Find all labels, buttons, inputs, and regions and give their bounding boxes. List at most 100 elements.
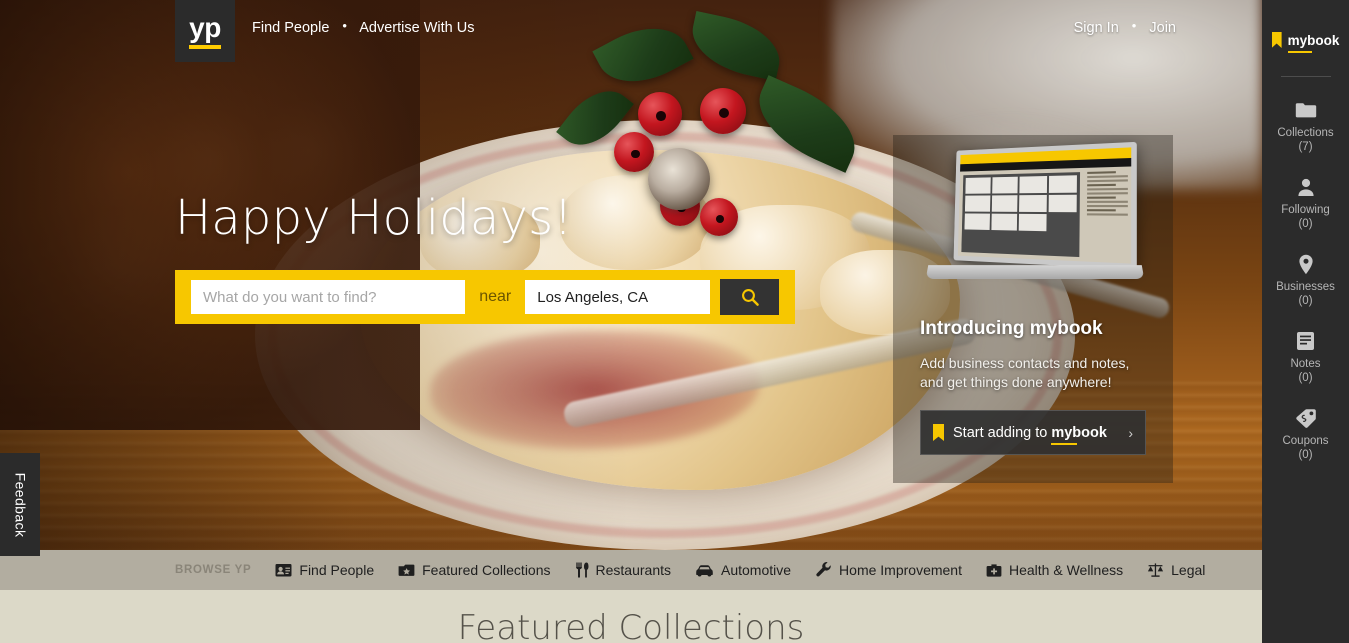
mybook-label-wrap: mybook <box>1287 32 1340 53</box>
browse-item-label: Home Improvement <box>839 562 962 578</box>
brand-underline <box>1051 442 1078 445</box>
feedback-label: Feedback <box>12 472 28 537</box>
mock-card <box>965 177 991 194</box>
mock-text-line <box>1087 179 1128 183</box>
tag-icon <box>1262 407 1349 429</box>
wrench-icon <box>815 562 832 578</box>
mock-text-line <box>1087 196 1116 199</box>
browse-item-label: Legal <box>1171 562 1206 578</box>
join-link[interactable]: Join <box>1149 20 1176 36</box>
search-submit-button[interactable] <box>720 279 779 315</box>
browse-item-home-improvement[interactable]: Home Improvement <box>815 562 962 578</box>
account-separator: • <box>1131 18 1137 33</box>
car-icon <box>695 564 714 577</box>
mybook-promo-panel: Introducing mybook Add business contacts… <box>893 135 1173 483</box>
sidebar-item-count: (7) <box>1298 141 1313 153</box>
promo-button-brand: mybook <box>1051 425 1107 445</box>
sidebar-item-label: Coupons <box>1282 435 1329 447</box>
browse-label: BROWSE YP <box>175 564 252 576</box>
sidebar-item-count: (0) <box>1298 449 1313 461</box>
promo-title: Introducing mybook <box>920 318 1103 339</box>
feedback-tab[interactable]: Feedback <box>0 453 40 556</box>
person-icon <box>1262 176 1349 198</box>
mock-card <box>1048 194 1077 213</box>
sidebar-item-count: (0) <box>1298 372 1313 384</box>
mock-text-line <box>1086 205 1128 208</box>
bookmark-icon <box>933 424 944 441</box>
browse-item-featured-collections[interactable]: Featured Collections <box>398 562 551 578</box>
near-label: near <box>479 288 512 305</box>
browse-yp-bar: BROWSE YP Find People Featured Collectio… <box>0 550 1262 590</box>
brand-underline <box>1287 50 1312 53</box>
laptop-illustration <box>907 140 1163 310</box>
browse-item-label: Find People <box>299 562 375 578</box>
note-icon <box>1262 330 1349 352</box>
person-card-icon <box>275 563 292 578</box>
browse-item-automotive[interactable]: Automotive <box>695 562 791 578</box>
hero-headline: Happy Holidays! <box>175 190 573 246</box>
start-adding-to-mybook-button[interactable]: Start adding to mybook › <box>920 410 1146 455</box>
mock-text-line <box>1086 209 1116 212</box>
laptop-screen-content <box>957 147 1132 264</box>
map-pin-icon <box>1262 253 1349 275</box>
mock-card <box>964 213 990 230</box>
search-icon <box>741 289 759 306</box>
nav-find-people[interactable]: Find People <box>252 20 329 36</box>
mock-grid <box>964 175 1077 232</box>
mock-card <box>991 195 1018 212</box>
location-input[interactable] <box>525 280 711 314</box>
browse-item-label: Health & Wellness <box>1008 562 1124 578</box>
mock-collections-grid <box>961 172 1081 258</box>
sidebar-item-collections[interactable]: Collections (7) <box>1262 99 1349 154</box>
mock-card <box>990 213 1018 231</box>
account-nav: Sign In • Join <box>1074 18 1176 36</box>
search-bar: near <box>175 270 795 324</box>
sidebar-item-label: Collections <box>1277 127 1334 139</box>
medical-bag-icon <box>986 563 1002 578</box>
featured-collections-title: Featured Collections <box>457 608 805 643</box>
browse-item-find-people[interactable]: Find People <box>275 562 374 578</box>
sign-in-link[interactable]: Sign In <box>1074 20 1119 36</box>
sidebar-item-following[interactable]: Following (0) <box>1262 176 1349 231</box>
mybook-label: mybook <box>1287 32 1340 48</box>
sidebar-item-label: Following <box>1281 204 1330 216</box>
mock-text-line <box>1086 213 1128 216</box>
search-input[interactable] <box>191 280 466 314</box>
browse-item-restaurants[interactable]: Restaurants <box>575 562 671 578</box>
logo-underline <box>189 44 221 49</box>
nav-separator: • <box>342 18 347 33</box>
sidebar-item-count: (0) <box>1298 295 1313 307</box>
mybook-sidebar-header[interactable]: mybook <box>1262 0 1349 62</box>
chevron-right-icon: › <box>1128 424 1133 441</box>
folder-icon <box>1262 99 1349 121</box>
yp-logo[interactable]: yp <box>175 0 235 62</box>
browse-item-legal[interactable]: Legal <box>1147 562 1205 578</box>
mybook-sidebar: mybook Collections (7) Following (0) Bus… <box>1262 0 1349 643</box>
browse-item-health-wellness[interactable]: Health & Wellness <box>986 562 1123 578</box>
primary-nav-links: Find People • Advertise With Us <box>252 18 474 36</box>
mock-page-body <box>957 166 1132 264</box>
hero-banner: Happy Holidays! near <box>0 0 1262 550</box>
nav-advertise-with-us[interactable]: Advertise With Us <box>359 20 474 36</box>
mock-card <box>1018 213 1047 232</box>
star-badge-icon <box>398 563 415 578</box>
top-navigation: yp Find People • Advertise With Us Sign … <box>0 0 1262 62</box>
page-root: Happy Holidays! near <box>0 0 1349 643</box>
mock-text-line <box>1087 183 1116 187</box>
sidebar-item-notes[interactable]: Notes (0) <box>1262 330 1349 385</box>
sidebar-item-label: Businesses <box>1276 281 1335 293</box>
browse-item-label: Automotive <box>721 562 792 578</box>
laptop-screen <box>953 141 1137 270</box>
promo-subtitle: Add business contacts and notes, and get… <box>920 355 1130 390</box>
sidebar-divider <box>1280 76 1331 77</box>
sidebar-item-coupons[interactable]: Coupons (0) <box>1262 407 1349 462</box>
mock-text-line <box>1087 200 1128 203</box>
promo-button-prefix: Start adding to <box>953 424 1048 441</box>
sidebar-item-businesses[interactable]: Businesses (0) <box>1262 253 1349 308</box>
fork-knife-icon <box>575 562 589 578</box>
mock-text-line <box>1087 187 1128 191</box>
logo-text: yp <box>189 11 221 43</box>
mock-text-line <box>1087 175 1128 179</box>
sidebar-item-count: (0) <box>1298 218 1313 230</box>
mock-card <box>964 195 990 212</box>
